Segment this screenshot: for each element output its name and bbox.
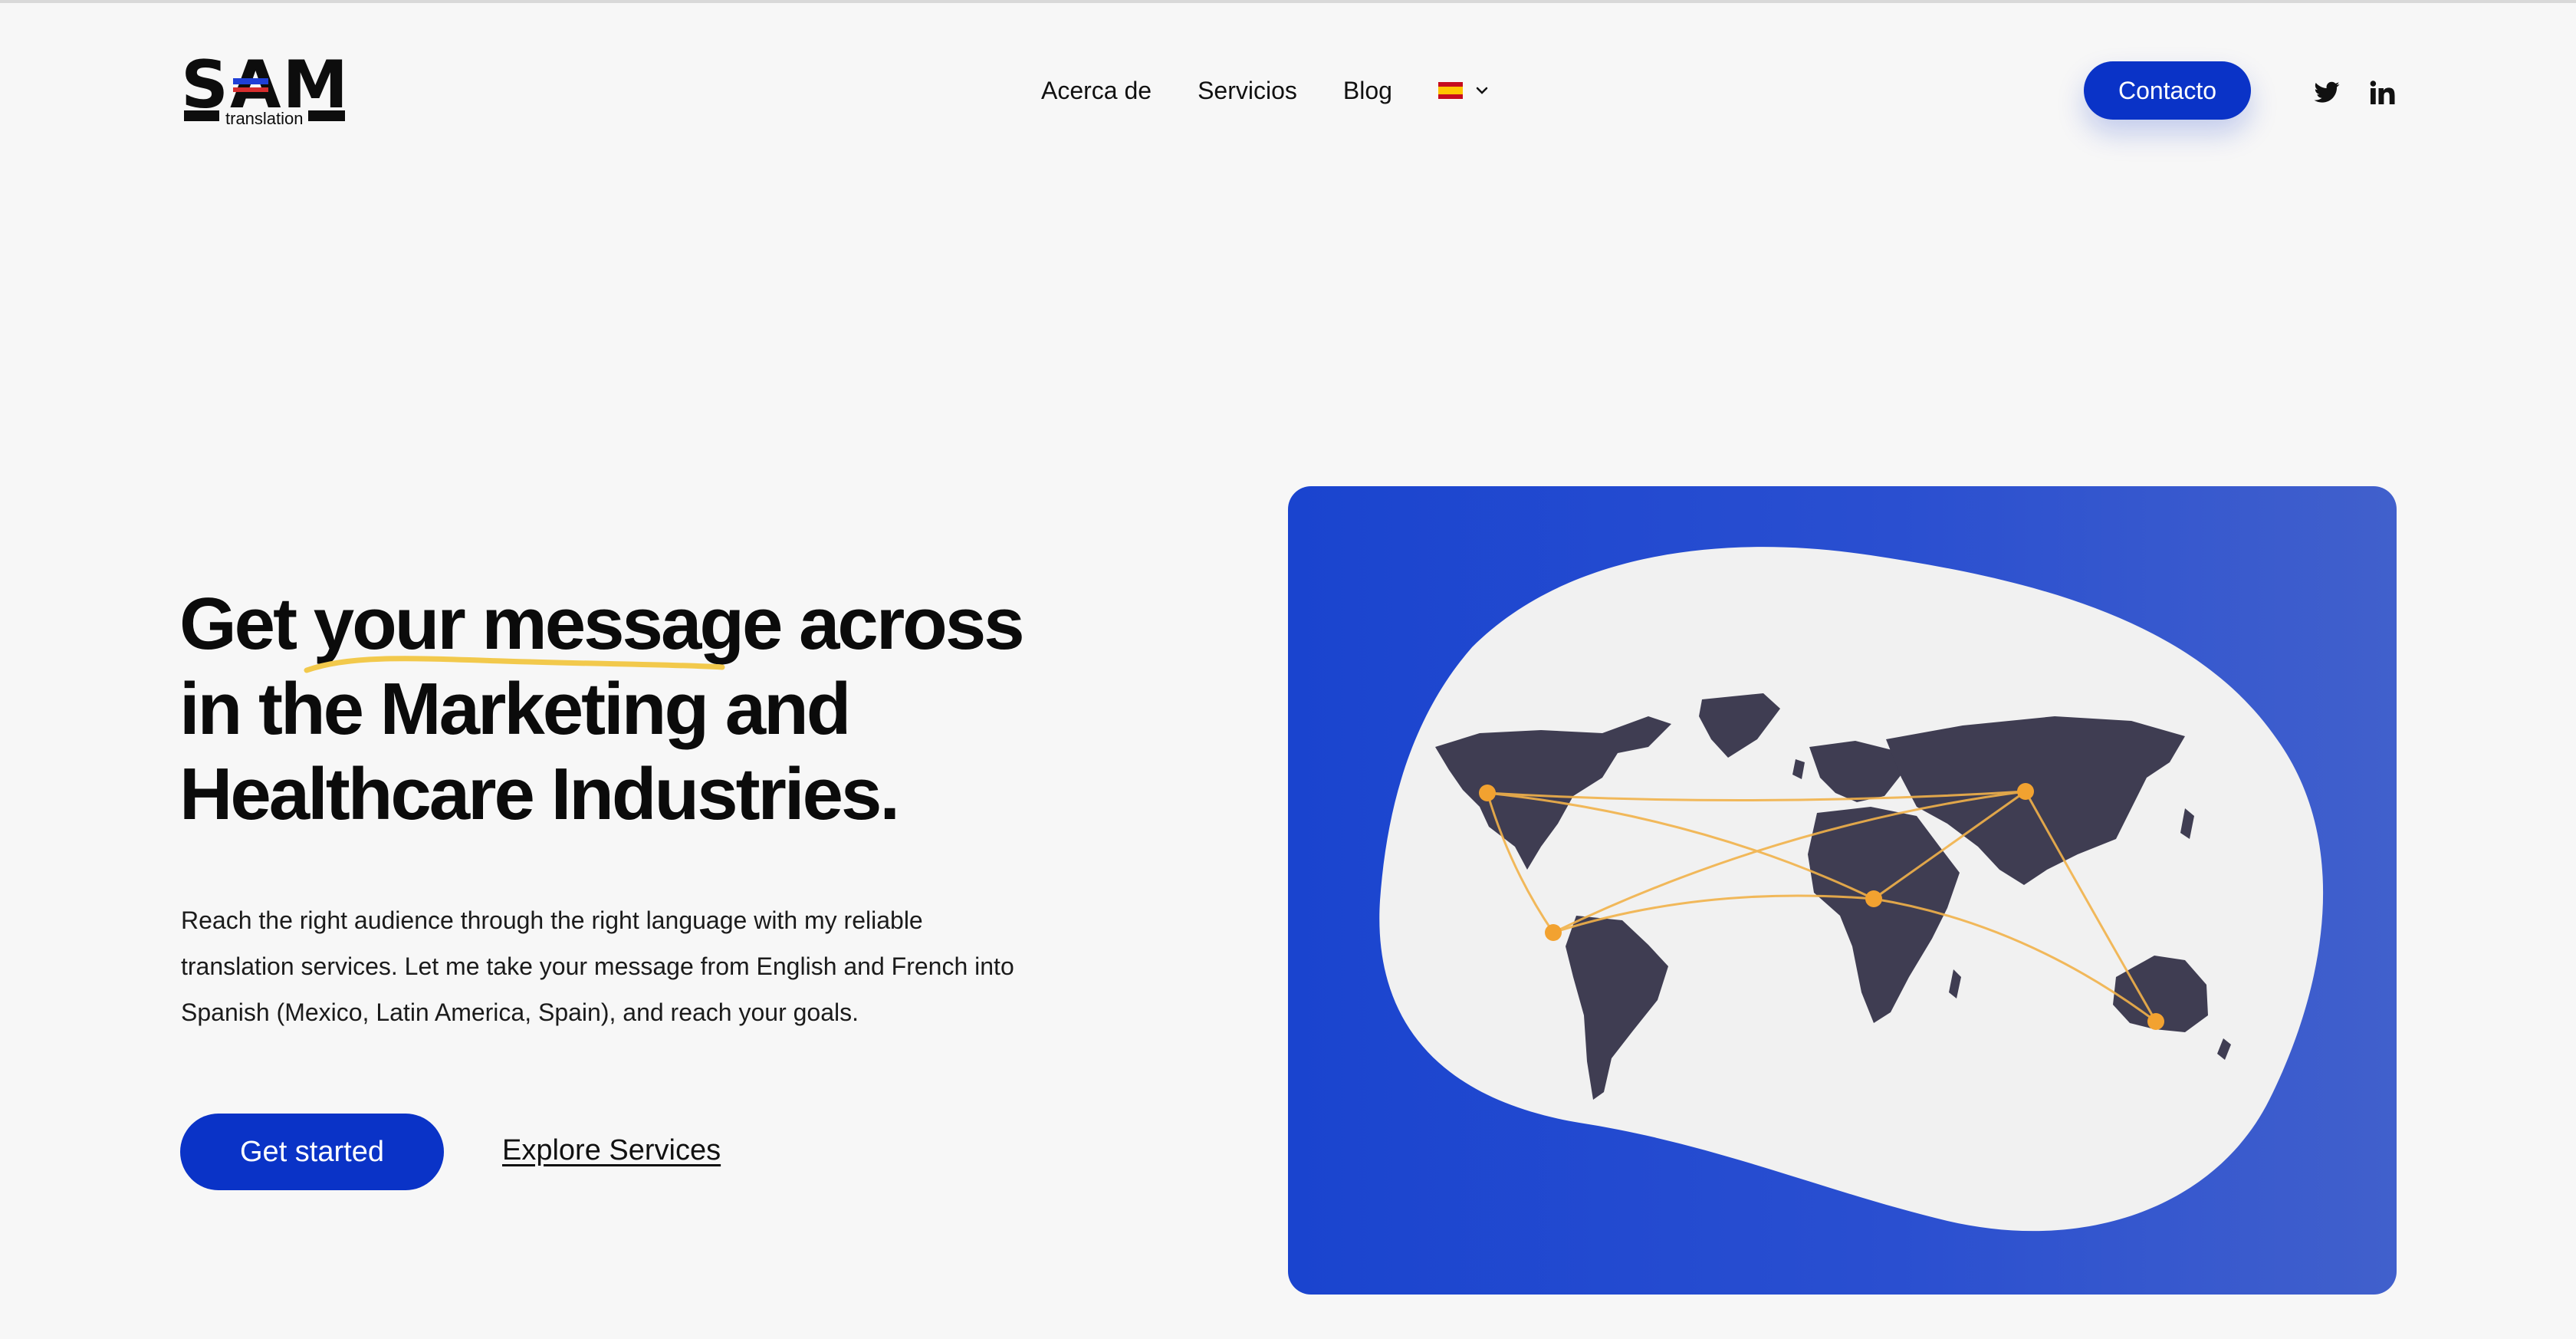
highlight-underline	[304, 656, 725, 673]
language-selector[interactable]	[1438, 82, 1490, 99]
top-border	[0, 0, 2576, 3]
linkedin-icon[interactable]	[2367, 79, 2397, 107]
twitter-icon[interactable]	[2312, 79, 2341, 107]
hero-headline: Get your message across in the Marketing…	[179, 581, 1061, 837]
explore-services-link[interactable]: Explore Services	[502, 1130, 721, 1170]
site-logo[interactable]: SAM translation	[181, 51, 348, 135]
world-map-svg	[1379, 547, 2324, 1232]
logo-underline-right	[308, 110, 345, 121]
nav-item-acerca[interactable]: Acerca de	[1041, 71, 1152, 110]
headline-line-3: Healthcare Industries.	[179, 753, 900, 835]
get-started-button[interactable]: Get started	[180, 1114, 444, 1190]
nav-item-servicios[interactable]: Servicios	[1198, 71, 1297, 110]
world-map-illustration	[1288, 486, 2397, 1295]
logo-blue-bar	[233, 78, 268, 84]
logo-underline-left	[184, 110, 219, 121]
node-north-america	[1479, 785, 1496, 801]
logo-subtitle: translation	[225, 109, 304, 128]
logo-red-bar	[233, 87, 268, 92]
chevron-down-icon	[1476, 87, 1488, 94]
contact-button[interactable]: Contacto	[2084, 61, 2251, 120]
hero-description: Reach the right audience through the rig…	[181, 906, 1014, 1026]
node-australia	[2147, 1013, 2164, 1030]
main-nav: Acerca de Servicios Blog	[1041, 71, 1490, 110]
headline-line-2: in the Marketing and	[179, 668, 851, 750]
spain-flag-icon	[1438, 82, 1463, 99]
node-africa	[1865, 890, 1882, 907]
node-asia	[2017, 783, 2034, 800]
node-south-america	[1545, 924, 1562, 941]
nav-item-blog[interactable]: Blog	[1343, 71, 1392, 110]
